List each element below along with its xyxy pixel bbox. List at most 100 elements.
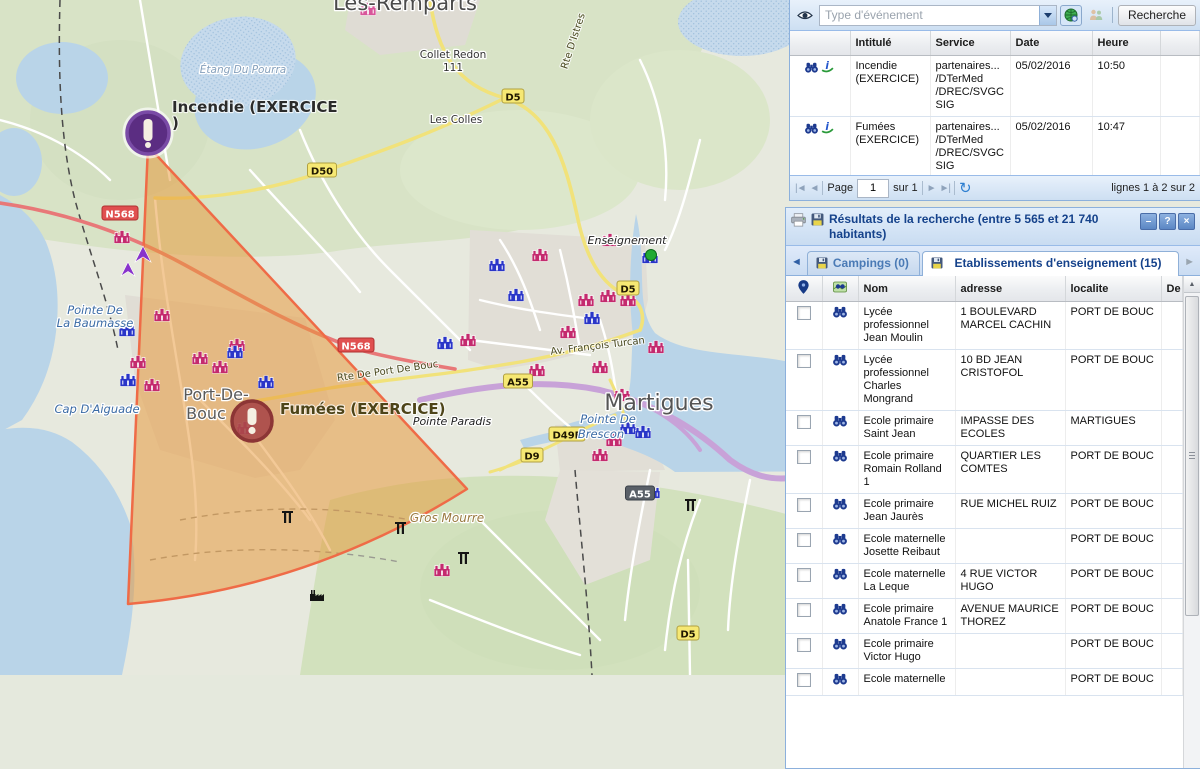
svg-text:D5: D5 bbox=[505, 93, 520, 104]
info-icon[interactable] bbox=[821, 121, 834, 134]
building-icon bbox=[434, 564, 450, 577]
svg-text:D5: D5 bbox=[620, 285, 635, 296]
table-row[interactable]: Lycée professionnel Charles Mongrand10 B… bbox=[786, 350, 1183, 411]
binoculars-icon[interactable] bbox=[833, 568, 847, 580]
building-icon bbox=[437, 337, 453, 350]
tab-scroll-left-icon[interactable]: ◄ bbox=[788, 253, 805, 271]
column-header-intitulé[interactable]: Intitulé bbox=[850, 31, 930, 56]
cell-localite: PORT DE BOUC bbox=[1065, 669, 1161, 696]
binoculars-icon[interactable] bbox=[833, 533, 847, 545]
building-icon bbox=[227, 346, 243, 359]
table-row[interactable]: Ecole maternelle La Leque4 RUE VICTOR HU… bbox=[786, 564, 1183, 599]
tab-campings[interactable]: Campings (0) bbox=[807, 251, 920, 275]
building-icon bbox=[130, 356, 146, 369]
column-header-localite[interactable]: localite bbox=[1065, 276, 1161, 302]
save-icon[interactable] bbox=[811, 213, 824, 231]
chevron-down-icon[interactable] bbox=[1039, 6, 1056, 25]
building-icon bbox=[532, 249, 548, 262]
eye-icon[interactable] bbox=[794, 5, 816, 26]
prev-page-icon[interactable]: ◄ bbox=[810, 183, 819, 194]
table-row[interactable]: Ecole maternellePORT DE BOUC bbox=[786, 669, 1183, 696]
binoculars-icon[interactable] bbox=[833, 354, 847, 366]
map-label: Étang Du Pourra bbox=[200, 63, 286, 76]
search-button[interactable]: Recherche bbox=[1118, 5, 1196, 26]
cell-localite: PORT DE BOUC bbox=[1065, 446, 1161, 494]
page-number-input[interactable] bbox=[857, 179, 889, 198]
table-row[interactable]: Incendie (EXERCICE)partenaires... /DTerM… bbox=[790, 56, 1200, 117]
table-row[interactable]: Ecole primaire Romain Rolland 1QUARTIER … bbox=[786, 446, 1183, 494]
close-icon[interactable]: × bbox=[1178, 213, 1195, 230]
map-label: Bouc bbox=[186, 404, 226, 423]
tab-etablissements[interactable]: Etablissements d'enseignement (15) bbox=[922, 251, 1179, 276]
last-page-icon[interactable]: ►| bbox=[939, 183, 950, 194]
rows-summary: lignes 1 à 2 sur 2 bbox=[1111, 182, 1195, 194]
row-checkbox[interactable] bbox=[797, 638, 811, 652]
first-page-icon[interactable]: |◄ bbox=[795, 183, 806, 194]
table-row[interactable]: Ecole primaire Jean JaurèsRUE MICHEL RUI… bbox=[786, 494, 1183, 529]
tab-scroll-right-icon[interactable]: ► bbox=[1181, 253, 1198, 271]
row-checkbox[interactable] bbox=[797, 354, 811, 368]
scrollbar-thumb[interactable] bbox=[1185, 296, 1199, 616]
cell-nom: Ecole primaire Jean Jaurès bbox=[858, 494, 955, 529]
binoculars-icon[interactable] bbox=[833, 498, 847, 510]
column-header-icons[interactable] bbox=[790, 31, 850, 56]
row-checkbox[interactable] bbox=[797, 568, 811, 582]
info-icon[interactable] bbox=[821, 60, 834, 73]
column-header-heure[interactable]: Heure bbox=[1092, 31, 1160, 56]
column-header-locate[interactable] bbox=[822, 276, 858, 302]
globe-icon[interactable] bbox=[1060, 5, 1082, 26]
binoculars-icon[interactable] bbox=[833, 306, 847, 318]
event-type-combo[interactable]: Type d'événement bbox=[819, 5, 1057, 26]
column-header-nom[interactable]: Nom bbox=[858, 276, 955, 302]
binoculars-icon[interactable] bbox=[833, 603, 847, 615]
column-header-adresse[interactable]: adresse bbox=[955, 276, 1065, 302]
results-scrollbar[interactable]: ▲ bbox=[1183, 276, 1200, 768]
row-checkbox[interactable] bbox=[797, 533, 811, 547]
cell-heure: 10:47 bbox=[1092, 117, 1160, 176]
cell-nom: Ecole maternelle Josette Reibaut bbox=[858, 529, 955, 564]
minimize-icon[interactable]: – bbox=[1140, 213, 1157, 230]
page-label: Page bbox=[827, 182, 853, 194]
building-icon bbox=[592, 449, 608, 462]
binoculars-icon[interactable] bbox=[805, 123, 818, 134]
column-header-pin[interactable] bbox=[786, 276, 822, 302]
building-icon bbox=[584, 312, 600, 325]
cell-adresse bbox=[955, 669, 1065, 696]
column-header-service[interactable]: Service bbox=[930, 31, 1010, 56]
binoculars-icon[interactable] bbox=[833, 450, 847, 462]
row-checkbox[interactable] bbox=[797, 415, 811, 429]
row-checkbox[interactable] bbox=[797, 603, 811, 617]
help-icon[interactable]: ? bbox=[1159, 213, 1176, 230]
binoculars-icon[interactable] bbox=[805, 62, 818, 73]
cell-adresse bbox=[955, 529, 1065, 564]
cell-localite: PORT DE BOUC bbox=[1065, 634, 1161, 669]
building-icon bbox=[120, 374, 136, 387]
print-icon[interactable] bbox=[791, 213, 806, 232]
row-checkbox[interactable] bbox=[797, 306, 811, 320]
row-checkbox[interactable] bbox=[797, 673, 811, 687]
column-header-date[interactable]: Date bbox=[1010, 31, 1092, 56]
svg-text:D50: D50 bbox=[311, 167, 333, 178]
next-page-icon[interactable]: ► bbox=[927, 183, 936, 194]
table-row[interactable]: Fumées (EXERCICE)partenaires... /DTerMed… bbox=[790, 117, 1200, 176]
table-row[interactable]: Ecole primaire Saint JeanIMPASSE DES ECO… bbox=[786, 411, 1183, 446]
table-row[interactable]: Lycée professionnel Jean Moulin1 BOULEVA… bbox=[786, 302, 1183, 350]
column-header-filler bbox=[1160, 31, 1200, 56]
row-checkbox[interactable] bbox=[797, 450, 811, 464]
cell-localite: PORT DE BOUC bbox=[1065, 529, 1161, 564]
row-checkbox[interactable] bbox=[797, 498, 811, 512]
refresh-icon[interactable]: ↻ bbox=[959, 182, 972, 194]
map-label: Pointe De bbox=[67, 303, 123, 317]
cell-service: partenaires... /DTerMed /DREC/SVGC SIG bbox=[930, 56, 1010, 117]
building-icon bbox=[144, 379, 160, 392]
events-grid: IntituléServiceDateHeure Incendie (EXERC… bbox=[790, 31, 1200, 175]
binoculars-icon[interactable] bbox=[833, 638, 847, 650]
column-header-de[interactable]: De bbox=[1161, 276, 1183, 302]
people-icon[interactable] bbox=[1085, 5, 1107, 26]
table-row[interactable]: Ecole primaire Anatole France 1AVENUE MA… bbox=[786, 599, 1183, 634]
binoculars-icon[interactable] bbox=[833, 415, 847, 427]
table-row[interactable]: Ecole primaire Victor HugoPORT DE BOUC bbox=[786, 634, 1183, 669]
scroll-up-icon[interactable]: ▲ bbox=[1184, 276, 1200, 293]
table-row[interactable]: Ecole maternelle Josette Reibaut PORT DE … bbox=[786, 529, 1183, 564]
cell-adresse: 4 RUE VICTOR HUGO bbox=[955, 564, 1065, 599]
